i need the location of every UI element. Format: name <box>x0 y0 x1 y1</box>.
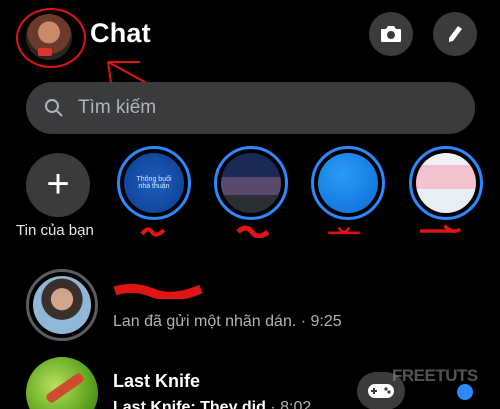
contact-avatar <box>26 269 98 341</box>
redacted-contact-name <box>113 283 203 299</box>
story-thumbnail <box>318 153 378 213</box>
header: Chat <box>0 0 500 72</box>
add-story-label: Tin của bạn <box>16 222 94 239</box>
add-story-button[interactable]: + <box>26 153 90 217</box>
message-preview: Last Knife: They did · 8:02 <box>113 399 311 409</box>
contact-avatar <box>26 357 98 409</box>
avatar-image <box>33 276 91 334</box>
annotation-circle <box>16 8 86 68</box>
message-time: · 8:02 <box>270 399 312 409</box>
story-thumbnail <box>221 153 281 213</box>
redacted-story-name <box>140 227 166 237</box>
story-item[interactable] <box>214 146 288 220</box>
chat-list-item[interactable]: Lan đã gửi một nhãn dán. · 9:25 <box>0 265 500 345</box>
unread-indicator <box>457 384 473 400</box>
redacted-story-name <box>419 224 462 233</box>
story-item[interactable] <box>409 146 483 220</box>
message-preview: Lan đã gửi một nhãn dán. · 9:25 <box>113 313 342 330</box>
compose-button[interactable] <box>433 12 477 56</box>
story-thumbnail <box>416 153 476 213</box>
story-item[interactable]: Thông buổi nhà thuận <box>117 146 191 220</box>
story-item[interactable] <box>311 146 385 220</box>
preview-text: Last Knife: They did <box>113 399 266 409</box>
plus-icon: + <box>46 161 70 206</box>
stories-tray: + Tin của bạn Thông buổi nhà thuận <box>0 146 500 246</box>
watermark: FREETUTS <box>392 366 478 385</box>
camera-icon <box>381 26 401 42</box>
redacted-story-name <box>328 226 360 235</box>
page-title: Chat <box>90 18 151 48</box>
gamepad-icon <box>368 384 394 398</box>
search-icon <box>45 99 63 117</box>
knife-graphic <box>44 371 86 405</box>
camera-button[interactable] <box>369 12 413 56</box>
story-thumbnail: Thông buổi nhà thuận <box>124 153 184 213</box>
redacted-story-name <box>236 225 270 238</box>
contact-name: Last Knife <box>113 371 201 391</box>
search-bar[interactable] <box>26 82 475 134</box>
search-input[interactable] <box>78 97 438 119</box>
pencil-icon <box>449 26 462 42</box>
